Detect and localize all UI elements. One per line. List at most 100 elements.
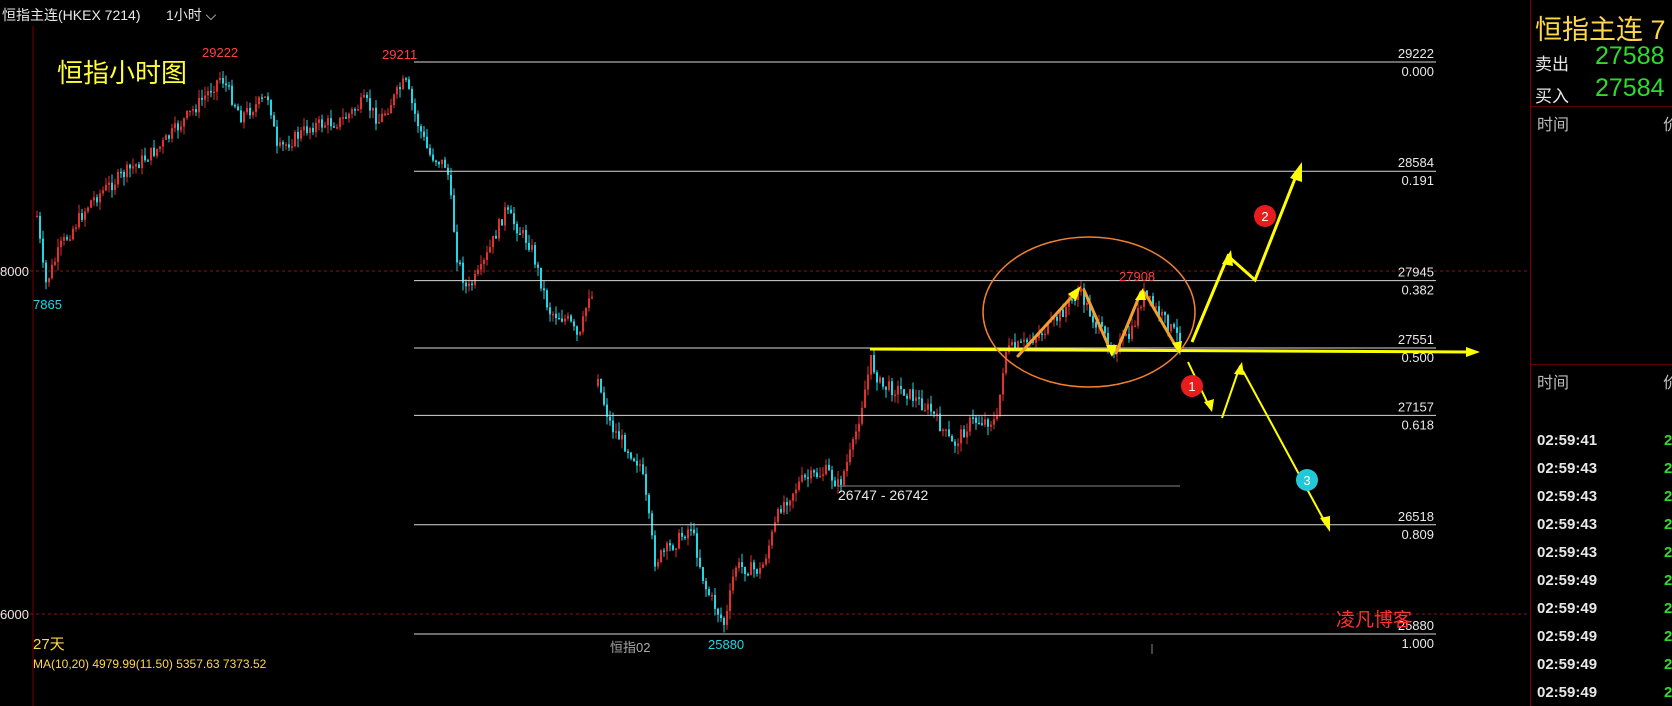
trade-row[interactable]: 02:59:49 27 [1531, 650, 1672, 678]
period-label: 1小时 [166, 7, 202, 23]
candle-body [213, 91, 215, 94]
candle-body [999, 394, 1001, 416]
candle-body [693, 529, 695, 534]
candle-body [729, 590, 731, 612]
candle-body [54, 261, 56, 265]
candle-body [468, 283, 470, 287]
trade-row[interactable]: 02:59:41 27 [1531, 426, 1672, 454]
trade-row[interactable]: 02:59:43 27 [1531, 454, 1672, 482]
trade-price: 27 [1664, 684, 1672, 701]
candle-body [153, 147, 155, 156]
candle-body [840, 479, 842, 485]
sell-label: 卖出 [1535, 55, 1569, 74]
candle-body [132, 166, 134, 169]
trade-time: 02:59:43 [1537, 516, 1598, 533]
high-label-right: 29211 [382, 47, 417, 62]
trade-row[interactable]: 02:59:49 27 [1531, 594, 1672, 622]
candle-body [990, 424, 992, 427]
trade-time: 02:59:49 [1537, 628, 1598, 645]
candlestick-chart[interactable]: 29222 0.000 28584 0.191 27945 0.382 27551 0.500… [0, 26, 1530, 706]
candle-body [1002, 373, 1004, 395]
candle-body [210, 91, 212, 93]
candle-body [738, 562, 740, 568]
candle-body [477, 269, 479, 274]
left-low-label: 7865 [33, 297, 62, 312]
candle-body [168, 135, 170, 139]
candle-body [864, 389, 866, 408]
candle-body [678, 532, 680, 549]
trade-row[interactable]: 02:59:43 27 [1531, 482, 1672, 510]
candle-body [441, 159, 443, 165]
candle-body [96, 197, 98, 203]
instrument-title[interactable]: 恒指主连(HKEX 7214) [2, 5, 140, 25]
candle-body [345, 117, 347, 119]
candle-body [600, 378, 602, 393]
candle-body [951, 436, 953, 442]
candle-body [420, 126, 422, 132]
candle-body [312, 127, 314, 133]
candle-body [768, 545, 770, 559]
quote-panel: 恒指主连 7 卖出 27588 买入 27584 时间 价 时间 价 02:59… [1530, 0, 1672, 706]
candle-body [582, 316, 584, 332]
candle-body [393, 94, 395, 106]
trades-list[interactable]: 02:59:41 27 02:59:43 27 02:59:43 27 02:59:43 27… [1531, 426, 1672, 706]
trade-time: 02:59:49 [1537, 684, 1598, 701]
candle-body [135, 164, 137, 167]
candle-body [237, 106, 239, 111]
candle-body [960, 429, 962, 444]
trade-time: 02:59:49 [1537, 600, 1598, 617]
candle-body [609, 416, 611, 421]
candle-body [1065, 306, 1067, 318]
trade-row[interactable]: 02:59:49 27 [1531, 566, 1672, 594]
candle-body [675, 548, 677, 551]
candle-body [882, 377, 884, 387]
candle-body [165, 135, 167, 140]
candle-body [786, 501, 788, 506]
candle-body [282, 142, 284, 145]
candle-body [696, 533, 698, 558]
candle-body [747, 573, 749, 576]
low-label: 25880 [708, 637, 744, 652]
trade-row[interactable]: 02:59:43 27 [1531, 510, 1672, 538]
trade-time: 02:59:43 [1537, 488, 1598, 505]
candle-body [759, 567, 761, 574]
candle-body [360, 97, 362, 110]
candle-body [621, 435, 623, 440]
candle-body [396, 87, 398, 95]
candle-body [390, 105, 392, 114]
candle-body [1104, 326, 1106, 334]
trade-row[interactable]: 02:59:43 27 [1531, 538, 1672, 566]
candle-body [252, 112, 254, 116]
candle-body [276, 126, 278, 146]
candle-body [204, 95, 206, 100]
chart-canvas[interactable]: 292220.000285840.191279450.382275510.500… [0, 26, 1530, 706]
candle-body [192, 109, 194, 111]
candle-body [510, 209, 512, 214]
buy-label: 买入 [1535, 87, 1569, 106]
candle-body [924, 409, 926, 412]
trade-row[interactable]: 02:59:49 27 [1531, 678, 1672, 706]
indicator-label[interactable]: 恒指02 [610, 640, 650, 655]
candle-body [453, 195, 455, 232]
candle-body [201, 97, 203, 100]
candle-body [804, 475, 806, 478]
candle-body [1176, 327, 1178, 333]
pattern-high-label: 27908 [1119, 269, 1155, 284]
candle-body [465, 282, 467, 287]
candle-body [1131, 325, 1133, 339]
fib-price-label: 27157 [1398, 399, 1434, 414]
candle-body [552, 313, 554, 316]
candle-body [654, 535, 656, 567]
candle-body [639, 464, 641, 466]
candle-body [1011, 342, 1013, 346]
candle-body [672, 545, 674, 550]
candle-body [615, 431, 617, 433]
candle-body [333, 126, 335, 128]
period-selector[interactable]: 1小时 ⌵ [166, 5, 216, 25]
candle-body [849, 449, 851, 463]
candle-body [81, 213, 83, 220]
candle-body [309, 127, 311, 134]
candle-body [972, 417, 974, 419]
trade-row[interactable]: 02:59:49 27 [1531, 622, 1672, 650]
candle-body [816, 472, 818, 478]
